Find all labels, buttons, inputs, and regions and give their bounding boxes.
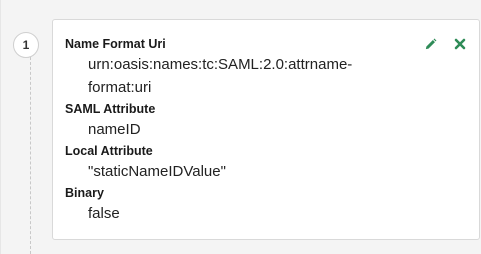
- name-format-uri-value: urn:oasis:names:tc:SAML:2.0:attrname-for…: [65, 53, 395, 99]
- card-actions: [423, 37, 467, 51]
- step-number-badge: 1: [13, 32, 39, 58]
- saml-attribute-value: nameID: [88, 121, 141, 138]
- close-icon: [454, 38, 466, 50]
- name-format-uri-value-line-2: format:uri: [88, 79, 152, 96]
- delete-button[interactable]: [453, 37, 467, 51]
- name-format-uri-value-line-1: urn:oasis:names:tc:SAML:2.0:attrname-: [88, 56, 353, 73]
- binary-value: false: [88, 205, 120, 222]
- pencil-icon: [425, 38, 436, 49]
- local-attribute-value: "staticNameIDValue": [88, 163, 226, 180]
- local-attribute-label: Local Attribute: [65, 144, 153, 158]
- step-rail: [30, 52, 31, 254]
- attribute-details: Name Format Uri urn:oasis:names:tc:SAML:…: [65, 35, 395, 226]
- saml-attribute-label: SAML Attribute: [65, 102, 156, 116]
- edit-button[interactable]: [423, 37, 437, 51]
- name-format-uri-label: Name Format Uri: [65, 37, 166, 51]
- binary-label: Binary: [65, 186, 104, 200]
- attribute-list-panel: 1 Name Format Uri urn:oasis:names:tc:SAM…: [0, 0, 481, 254]
- attribute-card: Name Format Uri urn:oasis:names:tc:SAML:…: [52, 19, 480, 240]
